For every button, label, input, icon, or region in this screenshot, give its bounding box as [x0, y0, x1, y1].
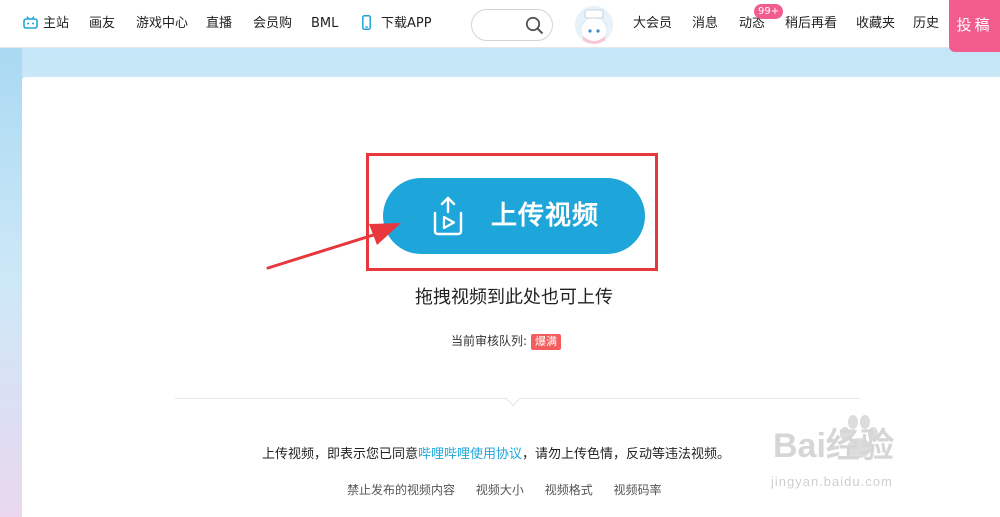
nav-bml[interactable]: BML	[311, 0, 338, 48]
top-navigation-bar: 主站 画友 游戏中心 直播 会员购 BML 下载APP 大会员 消息 动态 99…	[0, 0, 1000, 52]
terms-of-use-link[interactable]: 哔哩哔哩使用协议	[418, 447, 522, 462]
watermark-url: jingyan.baidu.com	[771, 474, 893, 489]
avatar-illustration-icon	[575, 6, 613, 44]
nav-huayou[interactable]: 画友	[89, 0, 115, 48]
agreement-notice: 上传视频，即表示您已同意哔哩哔哩使用协议，请勿上传色情，反动等违法视频。	[262, 443, 730, 462]
nav-home[interactable]: 主站	[43, 0, 69, 48]
drag-upload-hint: 拖拽视频到此处也可上传	[415, 287, 613, 308]
bilibili-tv-icon	[23, 16, 38, 29]
nav-favorites[interactable]: 收藏夹	[856, 0, 895, 48]
agreement-prefix: 上传视频，即表示您已同意	[262, 447, 419, 462]
user-avatar[interactable]	[575, 6, 613, 44]
agreement-suffix: ，请勿上传色情，反动等违法视频。	[522, 447, 731, 462]
red-arrow-annotation-icon	[266, 223, 401, 270]
upload-play-icon	[433, 196, 463, 236]
nav-watch-later[interactable]: 稍后再看	[785, 0, 837, 48]
rule-link-prohibited-content[interactable]: 禁止发布的视频内容	[347, 483, 455, 497]
upload-video-button[interactable]: 上传视频	[383, 178, 645, 254]
nav-history[interactable]: 历史	[913, 0, 939, 48]
dynamic-badge: 99+	[754, 4, 784, 19]
baidu-jingyan-watermark: Bai经验 jingyan.baidu.com	[765, 408, 975, 498]
queue-status-badge: 爆满	[531, 334, 562, 350]
nav-mall[interactable]: 会员购	[253, 0, 292, 48]
rule-link-video-bitrate[interactable]: 视频码率	[614, 483, 662, 497]
queue-label: 当前审核队列:	[451, 334, 528, 348]
watermark-text: Bai经验	[773, 427, 894, 465]
search-icon[interactable]	[525, 16, 544, 35]
review-queue-status: 当前审核队列: 爆满	[451, 332, 562, 350]
nav-game-center[interactable]: 游戏中心	[136, 0, 188, 48]
phone-icon	[362, 15, 371, 30]
rules-links: 禁止发布的视频内容 视频大小 视频格式 视频码率	[347, 481, 679, 498]
nav-live[interactable]: 直播	[206, 0, 232, 48]
nav-vip[interactable]: 大会员	[633, 0, 672, 48]
rule-link-video-format[interactable]: 视频格式	[545, 483, 593, 497]
rule-link-video-size[interactable]: 视频大小	[476, 483, 524, 497]
upload-video-label: 上传视频	[491, 201, 600, 231]
contribute-button[interactable]: 投稿	[949, 0, 1000, 52]
nav-messages[interactable]: 消息	[692, 0, 718, 48]
nav-download-app[interactable]: 下载APP	[381, 0, 432, 48]
search-input[interactable]	[471, 9, 553, 41]
